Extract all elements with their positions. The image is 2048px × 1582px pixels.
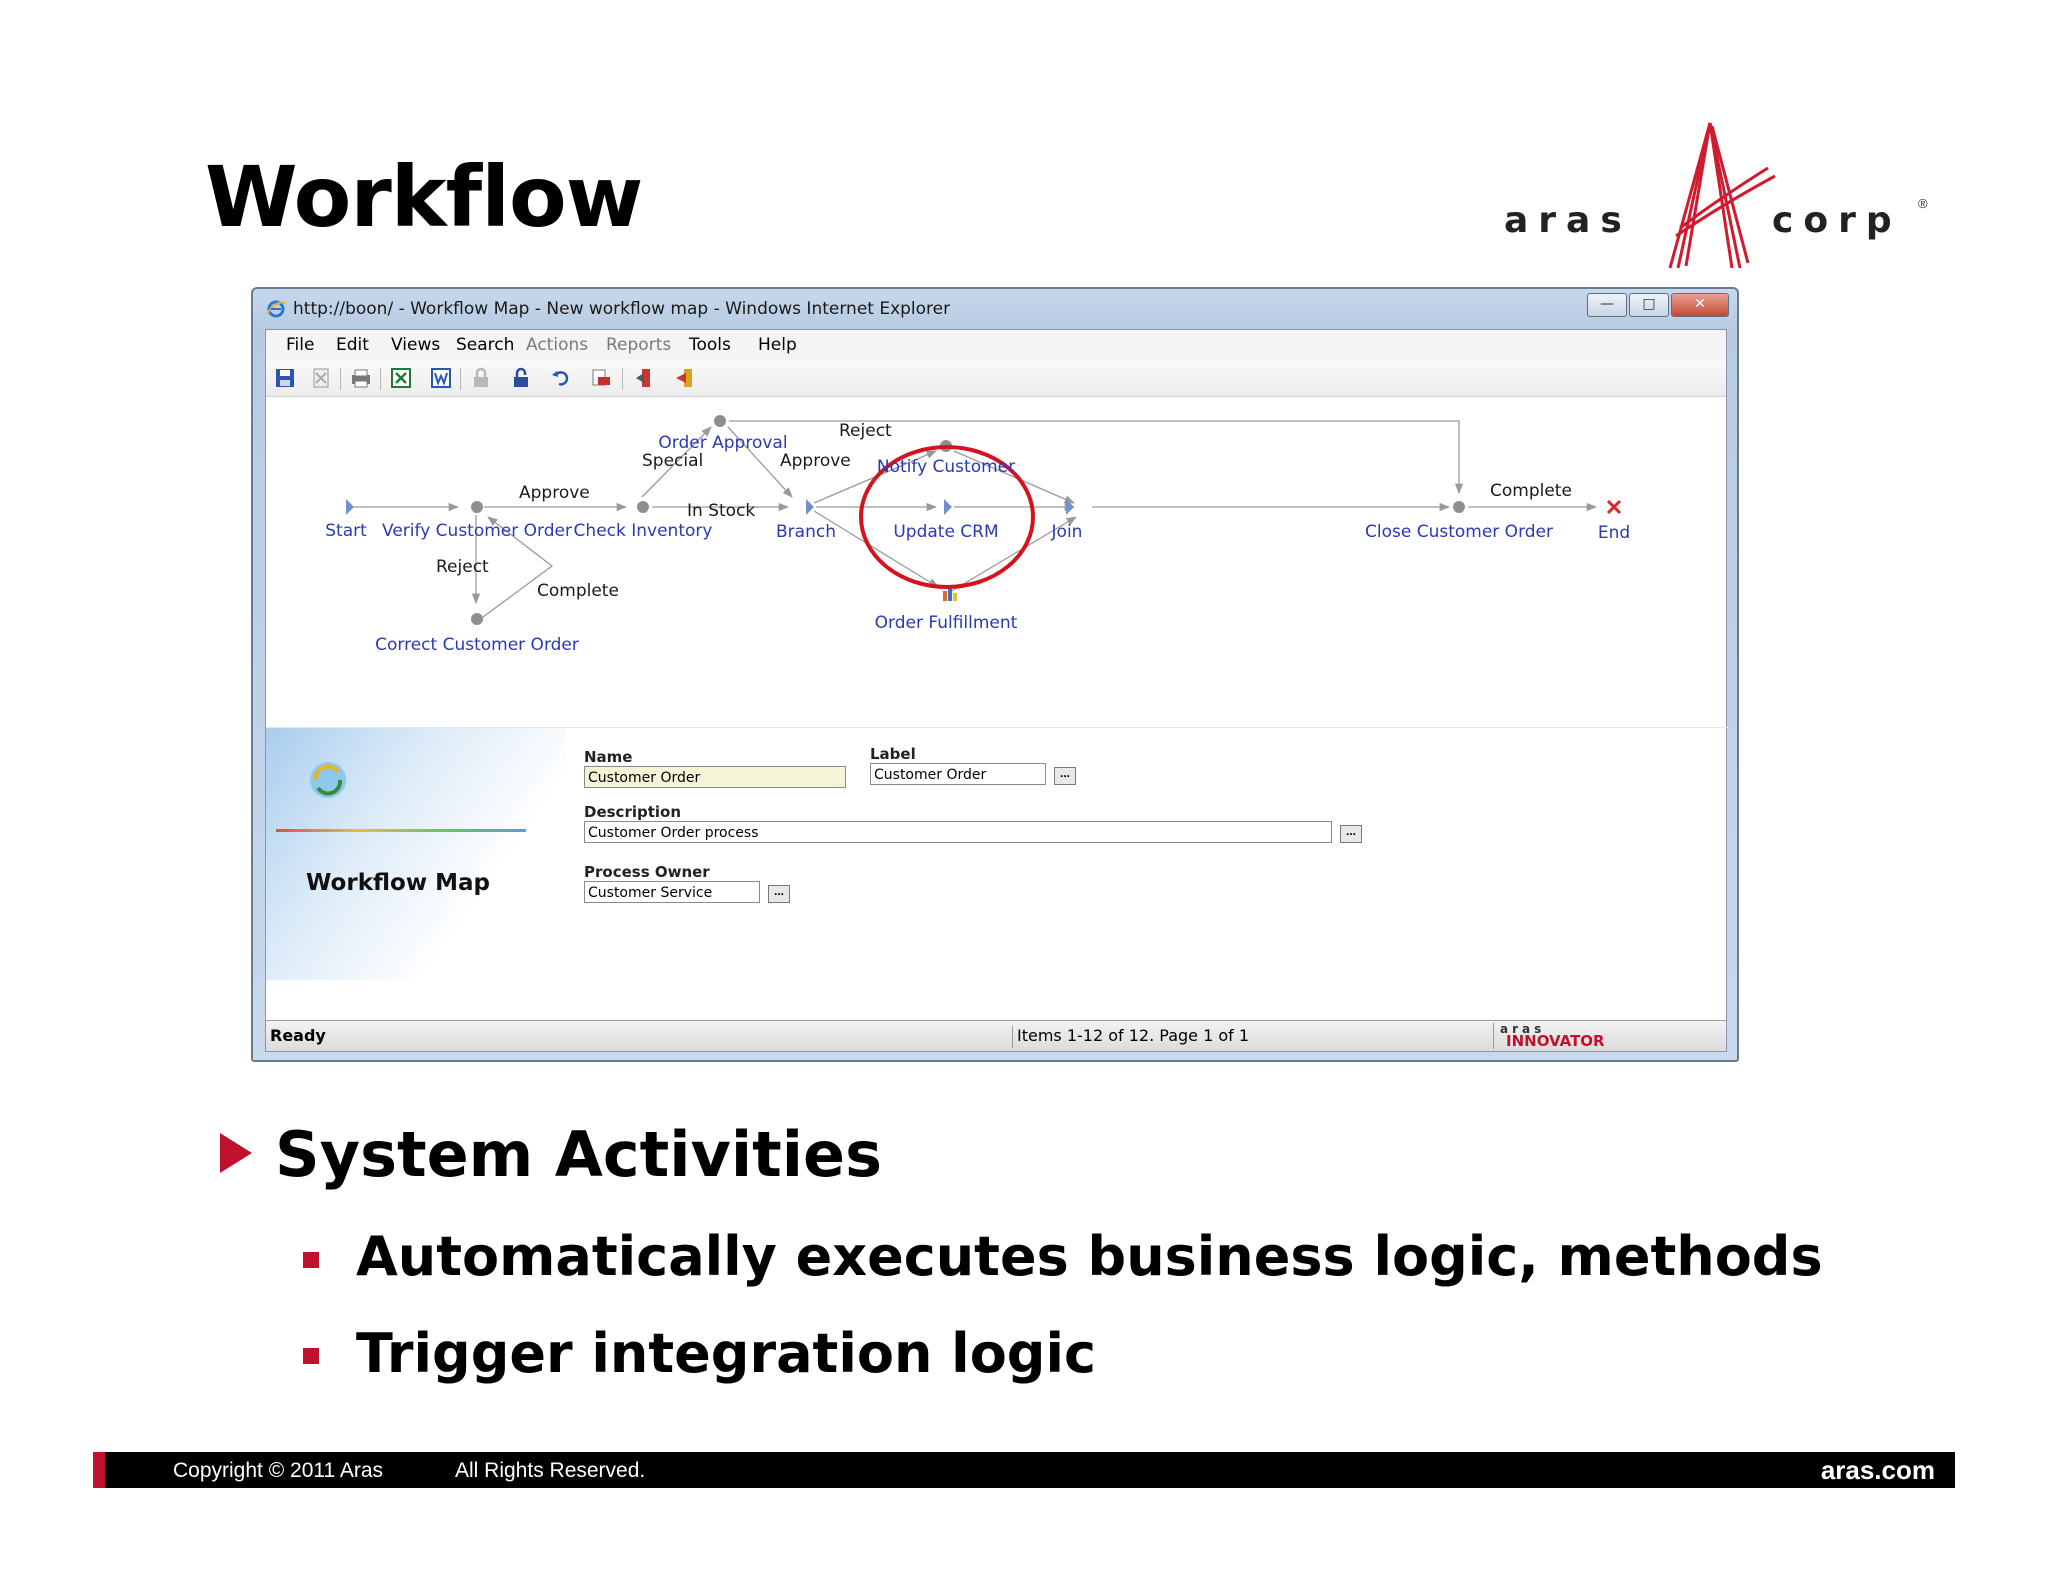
menu-views[interactable]: Views: [391, 335, 440, 355]
toolbar: [266, 360, 1726, 397]
description-field[interactable]: Customer Order process: [584, 821, 1332, 843]
lock-icon[interactable]: [470, 367, 492, 389]
window-titlebar[interactable]: http://boon/ - Workflow Map - New workfl…: [253, 289, 1737, 327]
menu-reports[interactable]: Reports: [606, 335, 671, 355]
properties-panel: Workflow Map Name Customer Order Label C…: [266, 727, 1728, 980]
menu-help[interactable]: Help: [758, 335, 797, 355]
node-start[interactable]: Start: [325, 521, 367, 541]
footer-accent: [93, 1452, 105, 1488]
bullet-main: System Activities: [275, 1118, 882, 1191]
claim-icon[interactable]: [634, 367, 656, 389]
edge-label-reject: Reject: [436, 557, 489, 577]
owner-label: Process Owner: [584, 863, 710, 881]
name-field[interactable]: Customer Order: [584, 766, 846, 788]
verify-node-icon: [471, 501, 483, 513]
workflow-map-icon: [310, 762, 346, 798]
edge-label-complete: Complete: [537, 581, 619, 601]
label-ellipsis-button[interactable]: ...: [1054, 767, 1076, 785]
bullet-sub-1: Automatically executes business logic, m…: [356, 1225, 1823, 1288]
footer-rights: All Rights Reserved.: [455, 1459, 646, 1482]
approval-node-icon: [714, 415, 726, 427]
browser-window: http://boon/ - Workflow Map - New workfl…: [251, 287, 1739, 1062]
divider: [276, 829, 526, 832]
node-end[interactable]: End: [1598, 523, 1630, 543]
branch-node-icon: [806, 499, 814, 515]
aras-corp-logo: aras corp ®: [1500, 118, 1940, 278]
export-icon[interactable]: [590, 367, 612, 389]
label-field[interactable]: Customer Order: [870, 763, 1046, 785]
bullet-square-icon: [303, 1252, 319, 1268]
footer: Copyright © 2011 Aras All Rights Reserve…: [93, 1452, 1955, 1488]
aras-innovator-logo: aras INNOVATOR: [1493, 1022, 1700, 1050]
bullet-triangle-icon: [220, 1133, 252, 1173]
edge-label-reject-2: Reject: [839, 421, 892, 441]
node-verify[interactable]: Verify Customer Order: [382, 521, 572, 541]
node-approval[interactable]: Order Approval: [658, 433, 787, 453]
print-icon[interactable]: [350, 367, 372, 389]
registered-mark: ®: [1918, 196, 1928, 211]
name-label: Name: [584, 748, 633, 766]
menu-bar: File Edit Views Search Actions Reports T…: [266, 330, 1726, 360]
menu-edit[interactable]: Edit: [336, 335, 369, 355]
word-icon[interactable]: [430, 367, 452, 389]
node-fulfill[interactable]: Order Fulfillment: [875, 613, 1018, 633]
edge-label-complete-2: Complete: [1490, 481, 1572, 501]
description-label: Description: [584, 803, 682, 821]
browser-content: File Edit Views Search Actions Reports T…: [265, 329, 1728, 1052]
node-join[interactable]: Join: [1052, 522, 1083, 542]
menu-tools[interactable]: Tools: [689, 335, 731, 355]
menu-search[interactable]: Search: [456, 335, 514, 355]
update-node-icon: [944, 499, 952, 515]
owner-ellipsis-button[interactable]: ...: [768, 885, 790, 903]
workflow-canvas: Start Verify Customer Order Check Invent…: [266, 397, 1728, 727]
check-node-icon: [637, 501, 649, 513]
unlock-icon[interactable]: [510, 367, 532, 389]
close-button[interactable]: ✕: [1671, 293, 1729, 317]
window-title: http://boon/ - Workflow Map - New workfl…: [293, 299, 951, 319]
close-node-icon: [1453, 501, 1465, 513]
logo-text-right: corp: [1772, 200, 1902, 241]
status-bar: Ready Items 1-12 of 12. Page 1 of 1 aras…: [266, 1020, 1726, 1051]
footer-site: aras.com: [1820, 1455, 1935, 1485]
edge-label-approve-2: Approve: [780, 451, 851, 471]
aras-a-mark-icon: [1668, 122, 1776, 269]
slide-title: Workflow: [205, 148, 643, 246]
node-notify[interactable]: Notify Customer: [877, 457, 1015, 477]
menu-actions[interactable]: Actions: [526, 335, 588, 355]
logo-text-left: aras: [1504, 200, 1632, 241]
bullet-square-icon: [303, 1348, 319, 1364]
end-node-icon: [1606, 499, 1622, 515]
panel-title: Workflow Map: [306, 870, 490, 896]
node-branch[interactable]: Branch: [776, 522, 836, 542]
discard-icon[interactable]: [310, 367, 332, 389]
edge-label-instock: In Stock: [687, 501, 756, 521]
corrective-node-icon: [471, 613, 483, 625]
internet-explorer-icon: [266, 300, 287, 318]
undo-icon[interactable]: [550, 367, 572, 389]
excel-icon[interactable]: [390, 367, 412, 389]
status-ready: Ready: [270, 1026, 326, 1045]
footer-copyright: Copyright © 2011 Aras: [173, 1459, 384, 1482]
maximize-button[interactable]: □: [1629, 293, 1669, 317]
node-update[interactable]: Update CRM: [893, 522, 998, 542]
edge-label-approve: Approve: [519, 483, 590, 503]
start-node-icon: [346, 499, 354, 515]
minimize-button[interactable]: —: [1587, 293, 1627, 317]
status-items: Items 1-12 of 12. Page 1 of 1: [1012, 1026, 1249, 1048]
node-close[interactable]: Close Customer Order: [1365, 522, 1553, 542]
panel-banner: Workflow Map: [266, 728, 566, 980]
brand-bottom: INNOVATOR: [1506, 1032, 1605, 1050]
node-correct[interactable]: Correct Customer Order: [375, 635, 579, 655]
promote-icon[interactable]: [674, 367, 696, 389]
description-ellipsis-button[interactable]: ...: [1340, 825, 1362, 843]
menu-file[interactable]: File: [286, 335, 314, 355]
save-icon[interactable]: [274, 367, 296, 389]
owner-field[interactable]: Customer Service: [584, 881, 760, 903]
bullet-sub-2: Trigger integration logic: [356, 1322, 1096, 1385]
edge-label-special: Special: [642, 451, 704, 471]
label-label: Label: [870, 745, 916, 763]
node-check[interactable]: Check Inventory: [574, 521, 713, 541]
